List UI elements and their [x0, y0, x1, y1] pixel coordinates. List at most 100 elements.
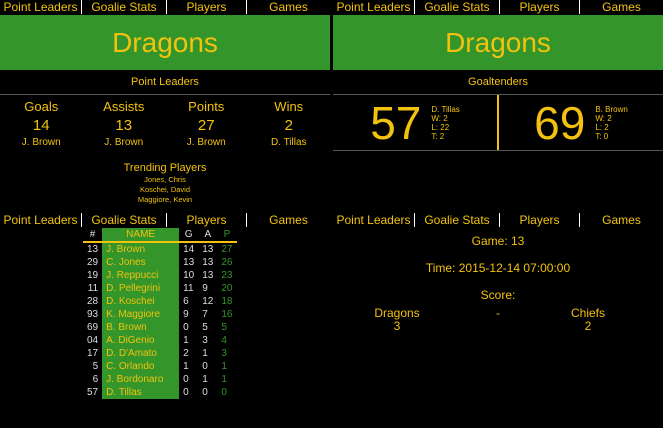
tab-goalie-stats[interactable]: Goalie Stats — [415, 0, 499, 14]
score-separator: - — [496, 306, 500, 320]
game-number: Game: 13 — [471, 234, 525, 248]
player-assists: 3 — [202, 335, 208, 346]
table-row[interactable]: 19 J. Reppucci 10 13 23 — [83, 269, 237, 282]
tab-point-leaders[interactable]: Point Leaders — [333, 0, 414, 14]
player-goals: 1 — [183, 361, 189, 372]
tab-point-leaders[interactable]: Point Leaders — [333, 213, 414, 227]
table-row[interactable]: 29 C. Jones 13 13 26 — [83, 256, 237, 269]
player-goals: 0 — [183, 374, 189, 385]
player-points: 4 — [221, 335, 227, 346]
player-points: 18 — [221, 296, 233, 307]
stat-label: Wins — [274, 99, 304, 114]
table-row[interactable]: 57 D. Tillas 0 0 0 — [83, 386, 237, 399]
tab-goalie-stats[interactable]: Goalie Stats — [82, 0, 166, 14]
goalie-details: D. Tillas W: 2 L: 22 T: 2 — [431, 105, 459, 141]
goalie-ties: T: 0 — [595, 131, 609, 141]
table-row[interactable]: 28 D. Koschei 6 12 18 — [83, 295, 237, 308]
table-row[interactable]: 69 B. Brown 0 5 5 — [83, 321, 237, 334]
tab-point-leaders[interactable]: Point Leaders — [0, 0, 81, 14]
trending-players: Trending Players Jones, Chris Koschei, D… — [0, 162, 330, 205]
col-goals: G — [179, 228, 199, 243]
stat-value: 27 — [197, 117, 215, 134]
tab-goalie-stats[interactable]: Goalie Stats — [82, 213, 166, 227]
tab-games[interactable]: Games — [247, 0, 330, 14]
tab-games[interactable]: Games — [580, 213, 663, 227]
col-name: NAME — [102, 228, 180, 243]
table-row[interactable]: 93 K. Maggiore 9 7 16 — [83, 308, 237, 321]
stat-player: D. Tillas — [270, 137, 307, 148]
player-number: 5 — [92, 361, 99, 372]
player-name: C. Orlando — [102, 360, 180, 373]
stat-wins: Wins 2 D. Tillas — [248, 98, 330, 150]
home-team: Dragons 3 — [357, 307, 437, 333]
game-time: Time: 2015-12-14 07:00:00 — [425, 261, 571, 275]
trending-player: Jones, Chris — [144, 175, 186, 184]
player-assists: 5 — [202, 322, 208, 333]
player-name: D. D'Amato — [102, 347, 180, 360]
player-number: 11 — [87, 283, 99, 294]
player-number: 69 — [87, 322, 99, 333]
player-name: A. DiGenio — [102, 334, 180, 347]
tab-games[interactable]: Games — [580, 0, 663, 14]
player-assists: 1 — [202, 348, 208, 359]
goalie-number: 69 — [534, 96, 586, 149]
player-assists: 9 — [202, 283, 208, 294]
stat-player: J. Brown — [21, 137, 61, 148]
stat-label: Goals — [24, 99, 59, 114]
tab-players[interactable]: Players — [500, 0, 579, 14]
table-row[interactable]: 17 D. D'Amato 2 1 3 — [83, 347, 237, 360]
tab-players[interactable]: Players — [167, 0, 246, 14]
player-number: 93 — [87, 309, 99, 320]
goalie-wins: W: 2 — [595, 113, 612, 123]
stat-player: J. Brown — [104, 137, 144, 148]
player-goals: 13 — [183, 257, 195, 268]
tab-players[interactable]: Players — [500, 213, 579, 227]
player-points: 16 — [221, 309, 233, 320]
tab-games[interactable]: Games — [247, 213, 330, 227]
player-points: 27 — [221, 244, 233, 255]
player-assists: 13 — [202, 244, 214, 255]
player-assists: 12 — [202, 296, 214, 307]
stat-value: 13 — [115, 117, 133, 134]
goalie-losses: L: 2 — [595, 122, 609, 132]
table-row[interactable]: 04 A. DiGenio 1 3 4 — [83, 334, 237, 347]
team-banner: Dragons — [0, 15, 330, 70]
player-goals: 14 — [183, 244, 195, 255]
player-assists: 13 — [202, 270, 214, 281]
section-heading: Point Leaders — [0, 70, 330, 95]
player-name: D. Koschei — [102, 295, 180, 308]
games-panel: Point Leaders Goalie Stats Players Games… — [333, 213, 663, 428]
nav-bar: Point Leaders Goalie Stats Players Games — [333, 0, 663, 14]
player-name: D. Tillas — [102, 386, 180, 399]
player-goals: 1 — [183, 335, 189, 346]
col-points: P — [217, 228, 237, 243]
leader-stats: Goals 14 J. Brown Assists 13 J. Brown Po… — [0, 98, 330, 150]
player-points: 20 — [221, 283, 233, 294]
tab-players[interactable]: Players — [167, 213, 246, 227]
table-row[interactable]: 13 J. Brown 14 13 27 — [83, 242, 237, 256]
stat-value: 2 — [284, 117, 293, 134]
table-row[interactable]: 6 J. Bordonaro 0 1 1 — [83, 373, 237, 386]
player-points: 23 — [221, 270, 233, 281]
player-number: 6 — [92, 374, 99, 385]
game-info: Game: 13 Time: 2015-12-14 07:00:00 Score… — [333, 227, 663, 427]
player-goals: 0 — [183, 322, 189, 333]
tab-goalie-stats[interactable]: Goalie Stats — [415, 213, 499, 227]
stat-value: 14 — [32, 117, 50, 134]
goalie-card: 69 B. Brown W: 2 L: 2 T: 0 — [497, 95, 663, 150]
table-row[interactable]: 5 C. Orlando 1 0 1 — [83, 360, 237, 373]
roster-table: # NAME G A P 13 J. Brown 14 13 27 29 C. Jones 1… — [83, 228, 237, 399]
table-row[interactable]: 11 D. Pellegrini 11 9 20 — [83, 282, 237, 295]
tab-point-leaders[interactable]: Point Leaders — [0, 213, 81, 227]
player-points: 5 — [221, 322, 227, 333]
col-assists: A — [198, 228, 218, 243]
goaltenders-panel: Point Leaders Goalie Stats Players Games… — [333, 0, 663, 212]
roster-header-row: # NAME G A P — [83, 228, 237, 243]
goalie-losses: L: 22 — [431, 122, 450, 132]
nav-bar: Point Leaders Goalie Stats Players Games — [0, 213, 330, 227]
goalie-name: D. Tillas — [431, 104, 460, 114]
player-name: D. Pellegrini — [102, 282, 180, 295]
goalie-card: 57 D. Tillas W: 2 L: 22 T: 2 — [333, 95, 497, 150]
away-team: Chiefs 2 — [548, 307, 628, 333]
player-assists: 0 — [202, 387, 208, 398]
